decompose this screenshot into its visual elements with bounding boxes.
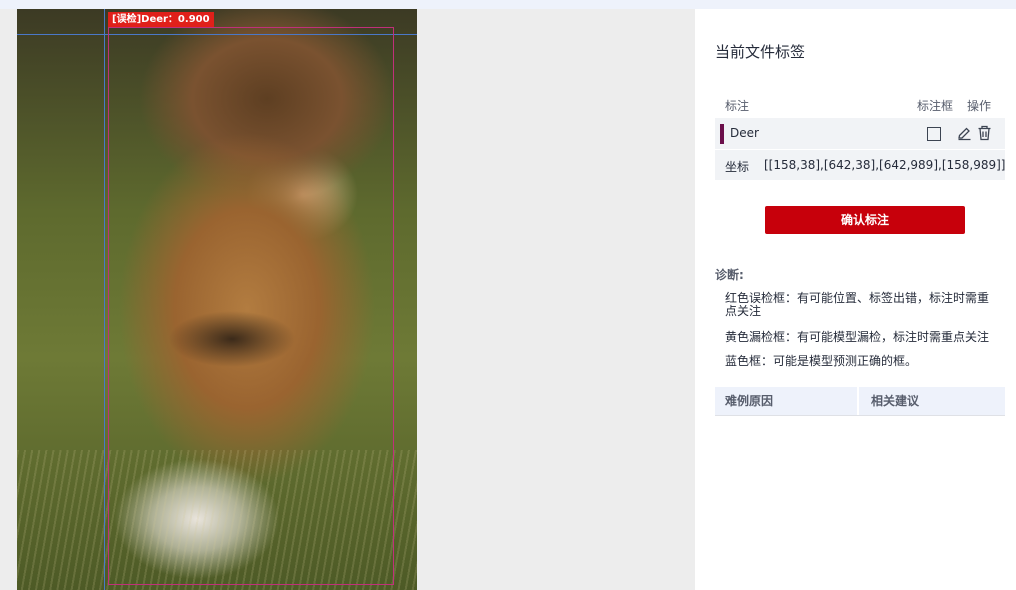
header-label: 标注 <box>725 99 750 113</box>
edit-pencil-icon[interactable] <box>957 126 972 141</box>
header-box: 标注框 <box>917 99 954 113</box>
label-name: Deer <box>730 126 759 140</box>
coordinate-row: 坐标 [[158,38],[642,38],[642,989],[158,989… <box>715 150 1005 180</box>
diagnosis-item: 蓝色框：可能是模型预测正确的框。 <box>725 354 918 368</box>
header-reason: 难例原因 <box>715 387 859 415</box>
label-color-bar <box>720 124 724 144</box>
confirm-annotation-button[interactable]: 确认标注 <box>765 206 965 234</box>
diagnosis-item: 红色误检框：有可能位置、标签出错，标注时需重点关注 <box>725 291 990 318</box>
bounding-box-tag: [误检]Deer：0.900 <box>108 12 214 27</box>
coordinate-key: 坐标 <box>725 160 750 174</box>
header-suggestion: 相关建议 <box>871 394 920 408</box>
top-bar <box>0 0 1016 9</box>
diagnosis-title: 诊断: <box>715 268 744 282</box>
trash-icon[interactable] <box>977 125 992 141</box>
hard-example-table-header: 难例原因 相关建议 <box>715 387 1005 415</box>
coordinate-value: [[158,38],[642,38],[642,989],[158,989]] <box>764 158 1006 172</box>
table-divider <box>715 415 1005 416</box>
box-square-icon[interactable] <box>927 127 941 141</box>
header-action: 操作 <box>967 99 992 113</box>
label-panel: 当前文件标签 标注 标注框 操作 Deer 坐标 [[158,38],[642,… <box>695 9 1016 590</box>
label-table-header: 标注 标注框 操作 <box>715 97 1005 117</box>
label-row[interactable]: Deer <box>715 118 1005 149</box>
vertical-guide-line <box>104 9 105 590</box>
panel-title: 当前文件标签 <box>715 43 806 61</box>
diagnosis-item: 黄色漏检框：有可能模型漏检，标注时需重点关注 <box>725 330 990 344</box>
bounding-box[interactable] <box>108 27 394 585</box>
